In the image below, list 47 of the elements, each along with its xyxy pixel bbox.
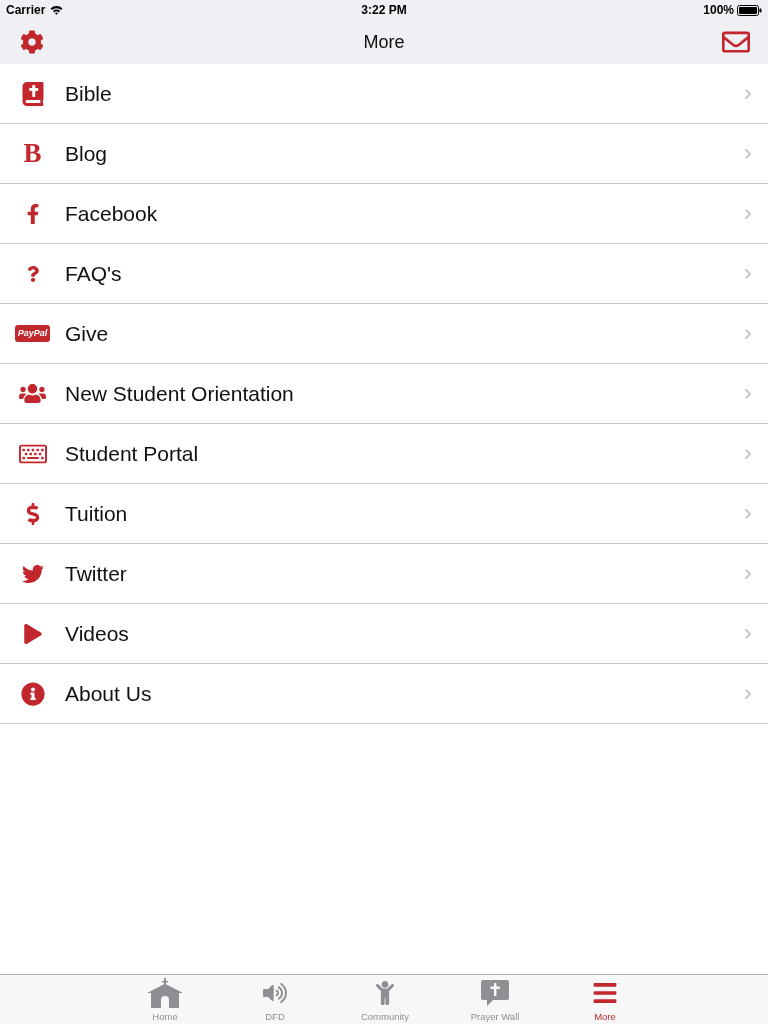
- letter-b-icon: B: [23, 140, 42, 167]
- chevron-icon: [742, 627, 754, 640]
- nav-title: More: [362, 31, 406, 53]
- menu-label: Tuition: [65, 501, 129, 526]
- tab-label: Prayer Wall: [470, 1011, 520, 1022]
- menu-label: Twitter: [65, 561, 128, 586]
- battery-percent: 100%: [703, 3, 734, 17]
- chat-bubble-cross-icon: [481, 980, 509, 1006]
- speaker-icon: [263, 981, 287, 1005]
- twitter-icon: [21, 562, 44, 585]
- bible-icon: [20, 81, 45, 106]
- settings-icon: [20, 30, 44, 54]
- chevron-icon: [742, 567, 754, 580]
- menu-label: Bible: [65, 81, 113, 106]
- tab-label: Community: [360, 1011, 409, 1022]
- play-icon: [22, 623, 43, 644]
- chevron-icon: [742, 87, 754, 100]
- tab[interactable]: More: [550, 975, 660, 1024]
- chevron-icon: [742, 327, 754, 340]
- info-icon: [20, 681, 45, 706]
- menu-label: Blog: [65, 141, 109, 166]
- tab-label: Home: [152, 1011, 178, 1022]
- menu-icon: [592, 980, 618, 1006]
- settings-button[interactable]: [20, 30, 44, 54]
- chevron-icon: [742, 447, 754, 460]
- person-icon: [373, 981, 397, 1005]
- battery-icon: [737, 4, 762, 16]
- menu-label: New Student Orientation: [65, 381, 295, 406]
- menu-label: FAQ's: [65, 261, 123, 286]
- chevron-icon: [742, 507, 754, 520]
- tab-label: DFD: [265, 1011, 285, 1022]
- chevron-icon: [742, 207, 754, 220]
- status-time: 3:22 PM: [361, 3, 407, 17]
- menu-label: About Us: [65, 681, 153, 706]
- carrier-label: Carrier: [6, 3, 46, 17]
- chevron-icon: [742, 687, 754, 700]
- menu-label: Videos: [65, 621, 130, 646]
- menu-label: Facebook: [65, 201, 159, 226]
- chevron-icon: [742, 147, 754, 160]
- chevron-icon: [742, 387, 754, 400]
- tab-label: More: [594, 1011, 616, 1022]
- menu-label: Student Portal: [65, 441, 200, 466]
- church-icon: [146, 978, 184, 1008]
- wifi-icon: [50, 5, 64, 15]
- chevron-icon: [742, 267, 754, 280]
- menu-label: Give: [65, 321, 110, 346]
- paypal-logo-icon: PayPal: [14, 325, 51, 342]
